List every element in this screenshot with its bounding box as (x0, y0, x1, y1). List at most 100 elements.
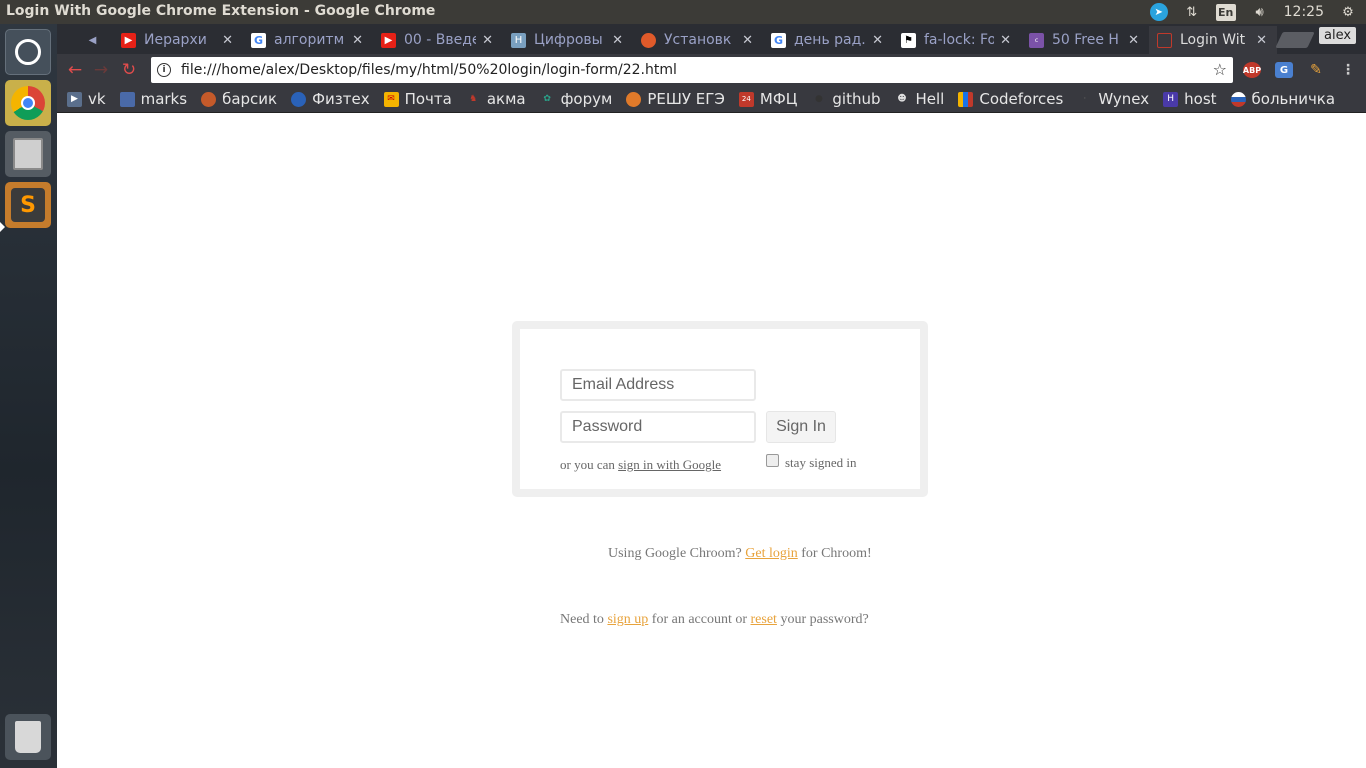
pencil-extension-icon[interactable]: ✎ (1307, 62, 1325, 78)
bookmark-forum[interactable]: ✿ форум (540, 90, 612, 108)
tab-title: Login Wit (1180, 32, 1246, 48)
tab-2[interactable]: ▶ 00 - Введе ✕ (373, 26, 503, 54)
alt-signin-text: or you can sign in with Google (560, 457, 721, 473)
close-icon[interactable]: ✕ (742, 33, 753, 48)
sublime-text-icon: S (11, 188, 45, 222)
new-tab-button[interactable] (1275, 32, 1315, 48)
back-arrow-icon[interactable]: ← (65, 60, 85, 80)
clock[interactable]: 12:25 (1284, 4, 1324, 20)
chrome-extension-note: Using Google Chroom? Get login for Chroo… (57, 546, 1366, 562)
email-field[interactable] (560, 369, 756, 401)
bookmark-pochta[interactable]: ✉ Почта (383, 90, 452, 108)
volume-icon[interactable]: 🔊︎ (1250, 3, 1270, 21)
bookmark-wynex[interactable]: · Wynex (1077, 90, 1149, 108)
tab-title: Установк (664, 32, 732, 48)
google-translate-icon[interactable]: G (1275, 62, 1293, 78)
trash-icon (15, 721, 41, 753)
reset-password-link[interactable]: reset (751, 612, 777, 627)
close-icon[interactable]: ✕ (352, 33, 363, 48)
network-icon[interactable]: ⇅ (1182, 3, 1202, 21)
stay-signed-in-checkbox[interactable] (766, 453, 779, 467)
adblock-plus-icon[interactable]: ABP (1243, 62, 1261, 78)
info-icon[interactable]: i (157, 63, 171, 77)
chrome-icon (11, 86, 45, 120)
colorlib-icon: c (1029, 32, 1044, 48)
telegram-icon[interactable]: ➤ (1149, 3, 1168, 21)
system-tray: ➤ ⇅ En 🔊︎ 12:25 ⚙ (1149, 0, 1366, 24)
window-title: Login With Google Chrome Extension - Goo… (6, 3, 436, 19)
ubuntu-logo-icon (15, 39, 41, 65)
tab-8[interactable]: Login Wit ✕ (1149, 26, 1277, 54)
close-icon[interactable]: ✕ (612, 33, 623, 48)
bookmark-mfc[interactable]: 24 МФЦ (738, 90, 798, 108)
close-icon[interactable]: ✕ (872, 33, 883, 48)
tab-1[interactable]: G алгоритм ✕ (243, 26, 373, 54)
bookmark-bolnichka[interactable]: больничка (1230, 90, 1335, 108)
tab-7[interactable]: c 50 Free H ✕ (1021, 26, 1149, 54)
bookmark-github[interactable]: ● github (811, 90, 881, 108)
close-icon[interactable]: ✕ (1000, 33, 1011, 48)
bookmark-label: Hell (915, 90, 945, 108)
login-form: Sign In or you can sign in with Google s… (520, 329, 920, 489)
host-icon: H (1163, 91, 1179, 107)
bookmark-hell[interactable]: ☻ Hell (895, 90, 945, 108)
bookmark-marks[interactable]: marks (119, 90, 187, 108)
bookmark-label: Почта (404, 90, 452, 108)
password-field[interactable] (560, 411, 756, 443)
close-icon[interactable]: ✕ (222, 33, 233, 48)
sublime-launcher-button[interactable]: S (5, 182, 51, 228)
sign-in-with-google-link[interactable]: sign in with Google (618, 457, 721, 472)
stay-signed-in[interactable]: stay signed in (766, 453, 857, 471)
bookmark-vk[interactable]: ▶ vk (67, 90, 106, 108)
get-login-link[interactable]: Get login (745, 546, 798, 561)
tab-title: 00 - Введе (404, 32, 477, 48)
marks-icon (119, 91, 135, 107)
mfc-icon: 24 (738, 91, 754, 107)
help-suffix: your password? (776, 612, 869, 627)
speaker-icon: ◀ (88, 34, 97, 46)
bookmark-codeforces[interactable]: Codeforces (958, 90, 1063, 108)
audio-tab-indicator[interactable]: ◀ (77, 26, 111, 54)
bookmark-label: МФЦ (759, 90, 798, 108)
trash-launcher-button[interactable] (5, 714, 51, 760)
forward-arrow-icon[interactable]: → (91, 60, 111, 80)
akma-icon: ♞ (469, 94, 478, 104)
bookmark-akma[interactable]: ♞ акма (466, 90, 525, 108)
sign-up-link[interactable]: sign up (607, 612, 648, 627)
close-icon[interactable]: ✕ (1128, 33, 1139, 48)
flag-icon: ⚑ (901, 32, 916, 48)
address-bar[interactable]: i file:///home/alex/Desktop/files/my/htm… (151, 57, 1233, 83)
bookmark-host[interactable]: Hhost (1163, 90, 1217, 108)
gear-icon[interactable]: ⚙ (1338, 3, 1358, 21)
profile-button[interactable]: alex (1319, 27, 1357, 44)
files-launcher-button[interactable] (5, 131, 51, 177)
tab-title: fa-lock: Fo (924, 32, 995, 48)
running-indicator-icon (0, 222, 5, 232)
person-icon: ☻ (897, 94, 907, 104)
dash-home-button[interactable] (5, 29, 51, 75)
tab-3[interactable]: H Цифровы ✕ (503, 26, 633, 54)
youtube-icon: ▶ (121, 32, 136, 48)
note-suffix: for Chroom! (797, 546, 872, 561)
close-icon[interactable]: ✕ (482, 33, 493, 48)
menu-icon[interactable]: ⋮ (1339, 62, 1357, 78)
tab-4[interactable]: Установк ✕ (633, 26, 763, 54)
chrome-launcher-button[interactable] (5, 80, 51, 126)
close-icon[interactable]: ✕ (1256, 33, 1267, 48)
bookmark-star-icon[interactable]: ☆ (1213, 60, 1227, 79)
bookmark-label: Codeforces (979, 90, 1064, 108)
system-top-bar: Login With Google Chrome Extension - Goo… (0, 0, 1366, 24)
tab-0[interactable]: ▶ Иерархи ✕ (113, 26, 243, 54)
mail-icon: ✉ (383, 91, 399, 107)
youtube-icon: ▶ (381, 32, 396, 48)
tab-5[interactable]: G день рад... ✕ (763, 26, 893, 54)
keyboard-layout-indicator[interactable]: En (1215, 3, 1236, 21)
url-text[interactable]: file:///home/alex/Desktop/files/my/html/… (181, 62, 677, 78)
bookmark-fiztech[interactable]: Физтех (291, 90, 370, 108)
sign-in-button[interactable]: Sign In (766, 411, 836, 443)
tab-6[interactable]: ⚑ fa-lock: Fo ✕ (893, 26, 1021, 54)
page-content: Sign In or you can sign in with Google s… (57, 113, 1366, 768)
bookmark-reshu-ege[interactable]: РЕШУ ЕГЭ (626, 90, 725, 108)
bookmark-barsik[interactable]: барсик (201, 90, 277, 108)
reload-icon[interactable]: ↻ (119, 60, 139, 80)
